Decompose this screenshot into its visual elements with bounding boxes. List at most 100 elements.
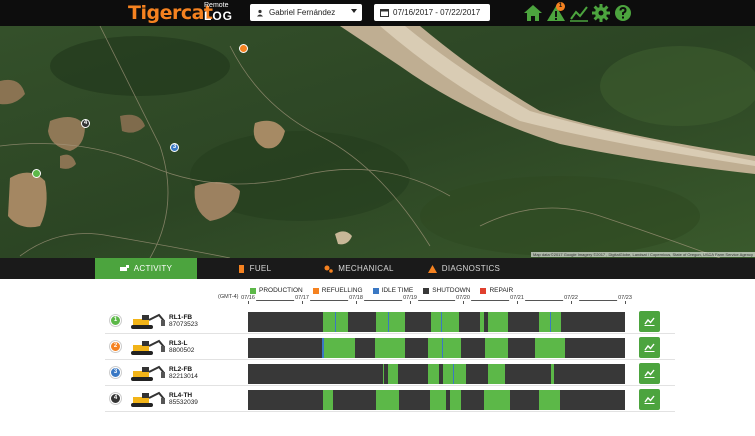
- timeline-segment-production: [374, 338, 406, 358]
- machine-row: 4 RL4-TH 85532039: [0, 386, 755, 412]
- fuel-icon: [238, 264, 244, 273]
- legend-item-production: PRODUCTION: [250, 287, 303, 294]
- axis-tick-label: 07/23: [617, 295, 633, 301]
- legend-item-repair: REPAIR: [480, 287, 513, 294]
- timeline-segment-production: [534, 338, 565, 358]
- timeline-segment-idle: [441, 338, 443, 358]
- timeline-segment-production: [376, 312, 406, 332]
- user-select-value: Gabriel Fernández: [269, 8, 336, 17]
- machine-name: RL2-FB: [169, 366, 193, 373]
- map-imagery: [0, 26, 755, 258]
- timeline-segment-production: [484, 338, 508, 358]
- warning-icon: [427, 264, 437, 273]
- timeline-segment-production: [428, 364, 440, 384]
- activity-timeline[interactable]: [248, 390, 625, 410]
- activity-timeline[interactable]: [248, 338, 625, 358]
- tab-mechanical[interactable]: MECHANICAL: [318, 258, 400, 279]
- line-chart-icon: [644, 369, 655, 378]
- legend-label: SHUTDOWN: [432, 287, 471, 294]
- tab-activity[interactable]: ACTIVITY: [95, 258, 197, 279]
- brand-sub-top: Remote: [204, 2, 229, 9]
- activity-timeline[interactable]: [248, 364, 625, 384]
- timeline-segment-production: [449, 390, 461, 410]
- legend-item-refuelling: REFUELLING: [312, 287, 363, 294]
- machine-chart-button[interactable]: [639, 337, 660, 358]
- timeline-segment-production: [428, 338, 461, 358]
- machine-serial: 85532039: [169, 399, 198, 406]
- machine-row: 3 RL2-FB 82213014: [0, 360, 755, 386]
- row-divider: [105, 411, 675, 412]
- excavator-icon: [127, 363, 167, 383]
- tab-bar: ACTIVITY FUEL MECHANICAL DIAGNOSTICS: [0, 258, 755, 279]
- user-select[interactable]: Gabriel Fernández: [250, 4, 362, 21]
- home-icon[interactable]: [523, 3, 543, 23]
- timeline-segment-production: [322, 390, 333, 410]
- machine-row: 2 RL3-L 8800502: [0, 334, 755, 360]
- tab-fuel[interactable]: FUEL: [225, 258, 285, 279]
- machine-icon: [119, 265, 129, 271]
- timeline-segment-production: [487, 312, 508, 332]
- timeline-segment-production: [550, 364, 554, 384]
- timeline-segment-idle: [388, 312, 390, 332]
- machine-chart-button[interactable]: [639, 311, 660, 332]
- machine-number-badge: 1: [110, 315, 121, 326]
- timeline-segment-idle: [452, 364, 454, 384]
- machine-name: RL4-TH: [169, 392, 193, 399]
- machine-chart-button[interactable]: [639, 389, 660, 410]
- timezone-label: (GMT-4): [218, 294, 239, 300]
- app-header: Tigercat Remote LOG Gabriel Fernández 07…: [0, 0, 755, 26]
- calendar-icon: [380, 9, 389, 17]
- satellite-map[interactable]: 4 3 Map data ©2017 Google Imagery ©2017 …: [0, 26, 755, 258]
- date-range-value: 07/16/2017 - 07/22/2017: [393, 8, 481, 17]
- map-pin-machine-1[interactable]: [32, 169, 41, 178]
- settings-icon[interactable]: [591, 3, 611, 23]
- axis-tick-label: 07/18: [348, 295, 364, 301]
- chevron-down-icon: [351, 9, 357, 13]
- axis-tick-label: 07/17: [294, 295, 310, 301]
- machine-serial: 82213014: [169, 373, 198, 380]
- timeline-segment-production: [483, 390, 510, 410]
- tab-diagnostics-label: DIAGNOSTICS: [441, 264, 501, 273]
- axis-tick-label: 07/20: [455, 295, 471, 301]
- timeline-segment-production: [487, 364, 506, 384]
- tab-activity-label: ACTIVITY: [133, 264, 173, 273]
- legend-item-shutdown: SHUTDOWN: [423, 287, 470, 294]
- line-chart-icon: [644, 343, 655, 352]
- date-range-input[interactable]: 07/16/2017 - 07/22/2017: [374, 4, 490, 21]
- tab-fuel-label: FUEL: [249, 264, 272, 273]
- map-pin-machine-4[interactable]: 4: [81, 119, 90, 128]
- legend-swatch: [423, 287, 430, 294]
- excavator-icon: [127, 389, 167, 409]
- map-pin-machine-2[interactable]: [239, 44, 248, 53]
- machine-name: RL3-L: [169, 340, 188, 347]
- line-chart-icon: [644, 317, 655, 326]
- timeline-segment-production: [388, 364, 398, 384]
- machine-name: RL1-FB: [169, 314, 193, 321]
- axis-tick-label: 07/16: [240, 295, 256, 301]
- brand-sub-bottom: LOG: [204, 9, 233, 23]
- legend-swatch: [480, 287, 487, 294]
- machine-number-badge: 4: [110, 393, 121, 404]
- legend-label: PRODUCTION: [259, 287, 303, 294]
- activity-timeline[interactable]: [248, 312, 625, 332]
- brand-logo: Tigercat: [128, 2, 213, 24]
- timeline-segment-production: [479, 312, 484, 332]
- legend-swatch: [250, 287, 256, 294]
- machine-chart-button[interactable]: [639, 363, 660, 384]
- excavator-icon: [127, 337, 167, 357]
- timeline-segment-production: [376, 390, 399, 410]
- activity-chart-icon[interactable]: [569, 3, 589, 23]
- gears-icon: [324, 265, 334, 273]
- timeline-segment-production: [430, 390, 447, 410]
- alert-count-badge: 1: [556, 2, 565, 11]
- tab-diagnostics[interactable]: DIAGNOSTICS: [425, 258, 503, 279]
- brand-sublogo: Remote LOG: [204, 2, 238, 22]
- activity-panel: PRODUCTION REFUELLING IDLE TIME SHUTDOWN REP…: [0, 279, 755, 436]
- legend-swatch: [312, 287, 319, 294]
- machine-number-badge: 2: [110, 341, 121, 352]
- map-pin-machine-3[interactable]: 3: [170, 143, 179, 152]
- users-icon: [257, 9, 263, 16]
- help-icon[interactable]: [613, 3, 633, 23]
- legend-label: IDLE TIME: [381, 287, 414, 294]
- timeline-segment-production: [324, 338, 355, 358]
